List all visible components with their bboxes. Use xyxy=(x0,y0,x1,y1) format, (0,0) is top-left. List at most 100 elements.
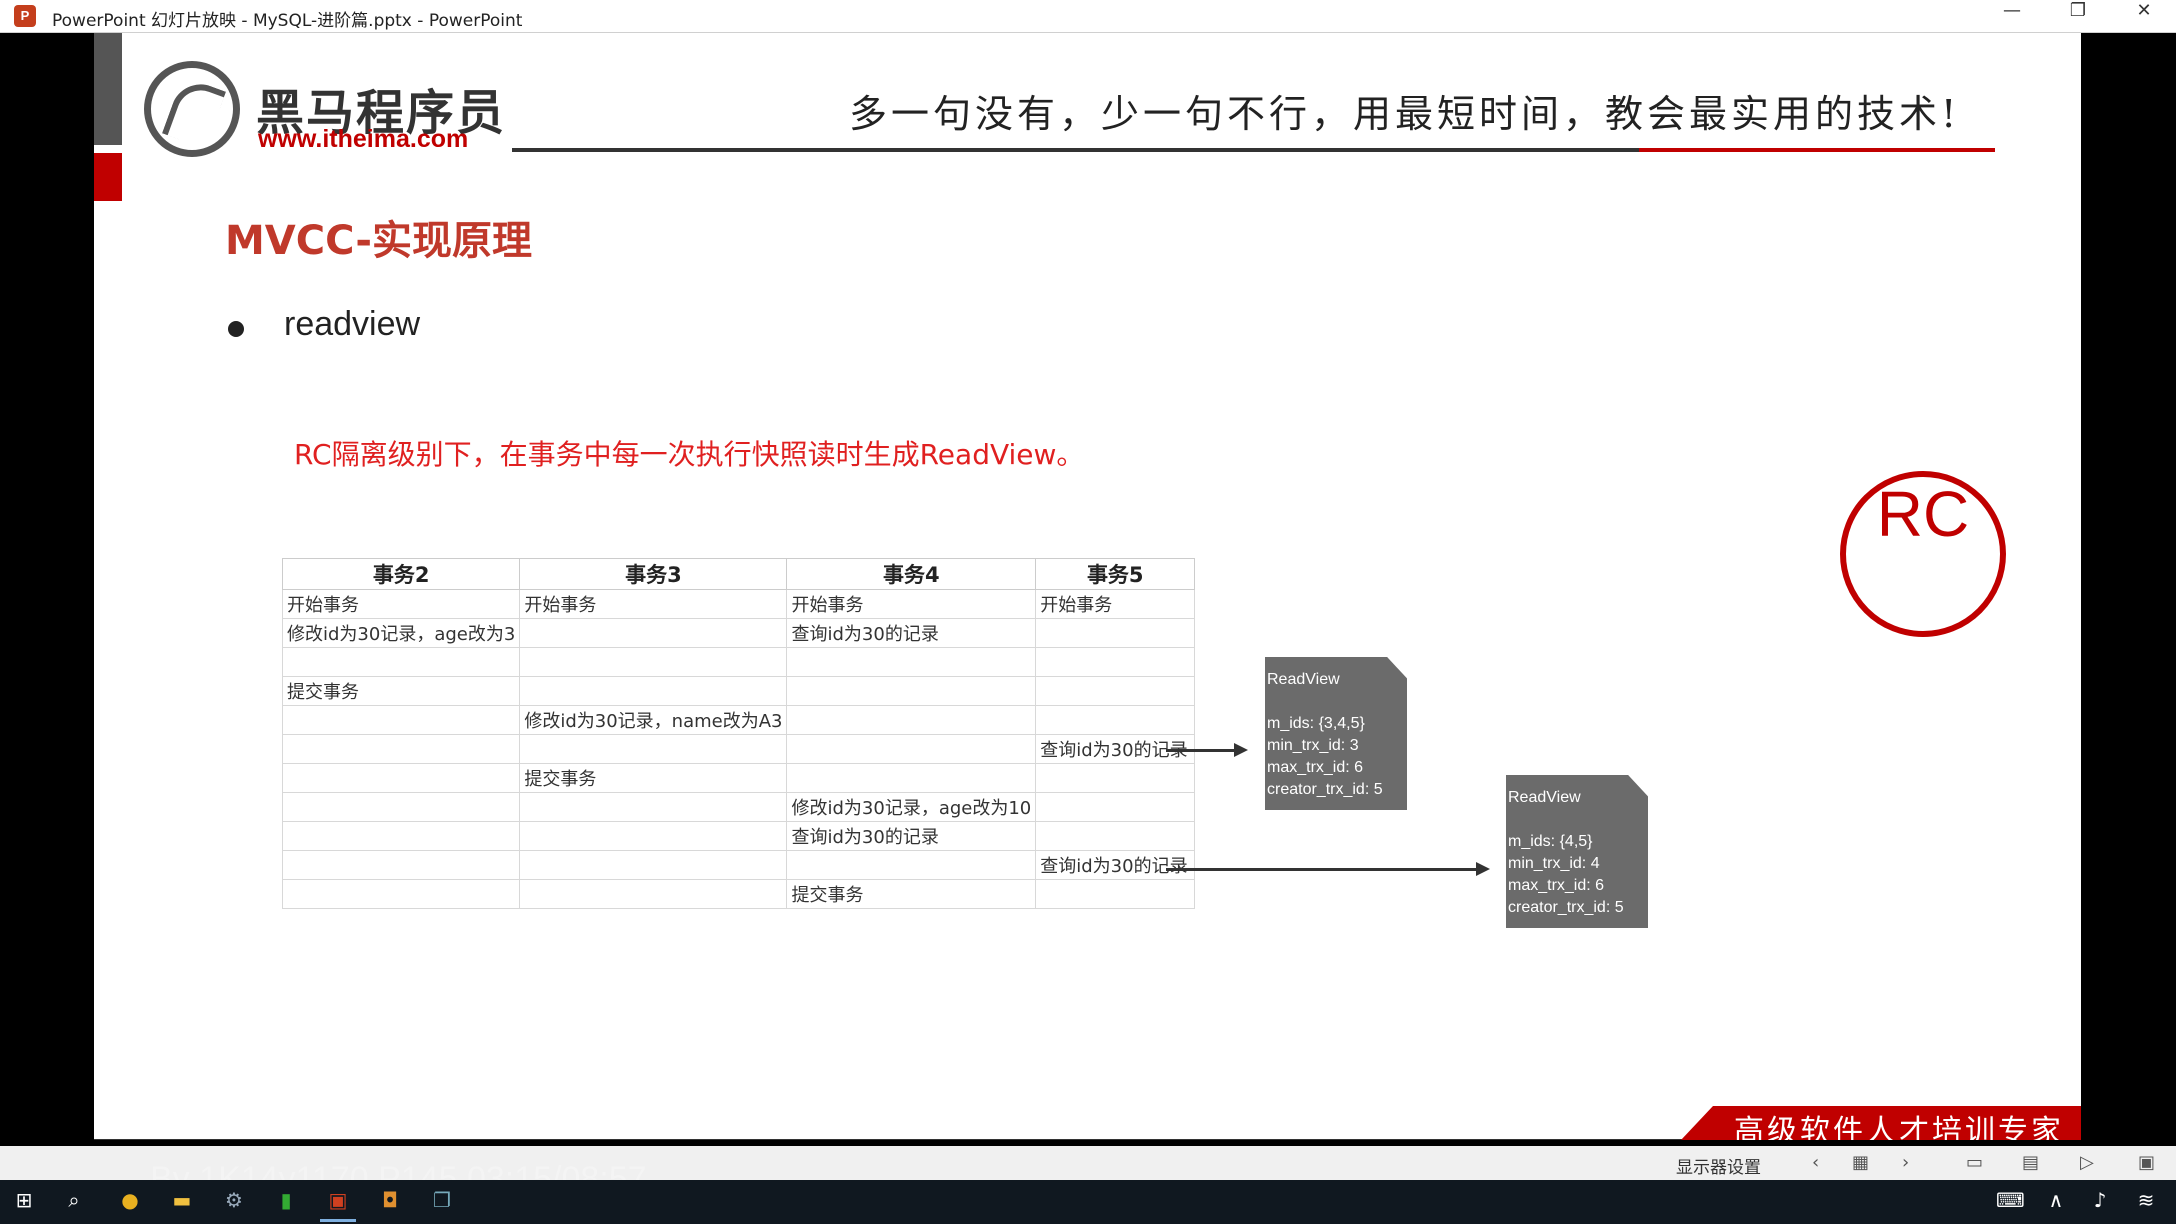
table-header-row: 事务2 事务3 事务4 事务5 xyxy=(281,558,1196,590)
table-cell: 提交事务 xyxy=(281,676,521,706)
table-cell xyxy=(786,705,1037,735)
footer-banner-text: 高级软件人才培训专家 xyxy=(1734,1114,2064,1140)
windows-start-icon[interactable]: ⊞ xyxy=(10,1188,38,1216)
readview-min-trx: min_trx_id: 3 xyxy=(1267,737,1359,754)
remote-desktop-icon[interactable]: ❐ xyxy=(428,1188,456,1216)
readview-title: ReadView xyxy=(1508,789,1581,806)
table-cell xyxy=(519,618,788,648)
table-cell: 开始事务 xyxy=(786,589,1037,619)
table-cell xyxy=(281,734,521,764)
header-accent-red xyxy=(94,153,122,201)
table-cell xyxy=(1035,705,1196,735)
table-cell xyxy=(519,792,788,822)
bullet-text: readview xyxy=(284,305,421,343)
normal-view-icon[interactable]: ▭ xyxy=(1966,1152,1983,1173)
window-titlebar: P PowerPoint 幻灯片放映 - MySQL-进阶篇.pptx - Po… xyxy=(0,0,2176,33)
column-header: 事务4 xyxy=(786,558,1037,590)
slide-grid-icon[interactable]: ▦ xyxy=(1852,1152,1869,1173)
slideshow-icon[interactable]: ▣ xyxy=(2138,1152,2155,1173)
table-cell xyxy=(519,879,788,909)
readview-card-1: ReadView m_ids: {3,4,5} min_trx_id: 3 ma… xyxy=(1265,657,1407,810)
header-slogan: 多一句没有，少一句不行，用最短时间，教会最实用的技术! xyxy=(849,92,1961,136)
readview-creator: creator_trx_id: 5 xyxy=(1508,899,1624,916)
chrome-icon[interactable]: ● xyxy=(116,1188,144,1216)
table-cell: 修改id为30记录，age改为10 xyxy=(786,792,1037,822)
table-cell: 查询id为30的记录 xyxy=(786,618,1037,648)
table-cell: 查询id为30的记录 xyxy=(786,821,1037,851)
table-cell xyxy=(786,676,1037,706)
app-icon-orange[interactable]: ◘ xyxy=(376,1188,404,1216)
network-app-icon[interactable]: ⚙ xyxy=(220,1188,248,1216)
table-cell: 修改id为30记录，age改为3 xyxy=(281,618,521,648)
table-cell xyxy=(519,850,788,880)
table-cell xyxy=(281,647,521,677)
notepad-icon[interactable]: ▮ xyxy=(272,1188,300,1216)
table-cell xyxy=(786,734,1037,764)
wifi-icon[interactable]: ≋ xyxy=(2132,1188,2160,1216)
table-row: 查询id为30的记录 xyxy=(281,734,1196,764)
table-cell xyxy=(519,676,788,706)
display-settings-button[interactable]: 显示器设置 xyxy=(1676,1153,1761,1178)
previous-slide-icon[interactable]: ‹ xyxy=(1812,1152,1819,1173)
table-cell xyxy=(281,879,521,909)
table-cell: 开始事务 xyxy=(281,589,521,619)
reading-view-icon[interactable]: ▷ xyxy=(2080,1152,2094,1173)
next-slide-icon[interactable]: › xyxy=(1902,1152,1909,1173)
rc-note: RC隔离级别下，在事务中每一次执行快照读时生成ReadView。 xyxy=(294,438,1085,471)
minimize-button[interactable]: — xyxy=(1982,0,2042,32)
table-cell xyxy=(1035,676,1196,706)
logo-url: www.itheima.com xyxy=(258,125,469,153)
table-row: 查询id为30的记录 xyxy=(281,821,1196,851)
table-cell xyxy=(281,705,521,735)
table-row: 修改id为30记录，name改为A3 xyxy=(281,705,1196,735)
table-body: 开始事务 开始事务 开始事务 开始事务 修改id为30记录，age改为3 查询id为30的… xyxy=(281,589,1196,909)
table-row: 修改id为30记录，age改为10 xyxy=(281,792,1196,822)
column-header: 事务5 xyxy=(1035,558,1196,590)
readview-min-trx: min_trx_id: 4 xyxy=(1508,855,1600,872)
table-cell xyxy=(281,763,521,793)
column-header: 事务2 xyxy=(281,558,521,590)
rc-badge: RC xyxy=(1840,471,2006,637)
slide-canvas[interactable]: 黑马程序员 www.itheima.com 多一句没有，少一句不行，用最短时间，… xyxy=(94,33,2081,1140)
close-button[interactable]: ✕ xyxy=(2114,0,2174,32)
table-row xyxy=(281,647,1196,677)
table-cell xyxy=(786,647,1037,677)
table-cell xyxy=(1035,792,1196,822)
arrow-to-readview-1 xyxy=(1166,743,1248,757)
readview-title: ReadView xyxy=(1267,671,1340,688)
table-cell xyxy=(1035,763,1196,793)
table-row: 查询id为30的记录 xyxy=(281,850,1196,880)
table-cell xyxy=(1035,647,1196,677)
file-explorer-icon[interactable]: ▬ xyxy=(168,1188,196,1216)
header-accent-gray xyxy=(94,33,122,145)
readview-m-ids: m_ids: {4,5} xyxy=(1508,833,1593,850)
search-icon[interactable]: ⌕ xyxy=(60,1188,88,1216)
table-row: 修改id为30记录，age改为3 查询id为30的记录 xyxy=(281,618,1196,648)
bullet-icon xyxy=(228,321,244,337)
tray-expand-icon[interactable]: ∧ xyxy=(2042,1188,2070,1216)
volume-icon[interactable]: ♪ xyxy=(2086,1188,2114,1216)
table-cell xyxy=(281,850,521,880)
table-cell xyxy=(519,734,788,764)
powerpoint-taskbar-icon[interactable]: ▣ xyxy=(324,1188,352,1216)
table-row: 提交事务 xyxy=(281,763,1196,793)
header-divider-red xyxy=(1639,148,1995,152)
table-cell xyxy=(1035,821,1196,851)
table-row: 提交事务 xyxy=(281,676,1196,706)
window-title: PowerPoint 幻灯片放映 - MySQL-进阶篇.pptx - Powe… xyxy=(52,11,523,31)
arrow-to-readview-2 xyxy=(1166,862,1490,876)
table-cell: 查询id为30的记录 xyxy=(1035,850,1196,880)
keyboard-icon[interactable]: ⌨ xyxy=(1996,1188,2025,1216)
table-cell xyxy=(1035,618,1196,648)
slide-sorter-icon[interactable]: ▤ xyxy=(2022,1152,2039,1173)
readview-max-trx: max_trx_id: 6 xyxy=(1267,759,1364,776)
table-cell xyxy=(281,792,521,822)
readview-max-trx: max_trx_id: 6 xyxy=(1508,877,1605,894)
table-cell xyxy=(519,647,788,677)
readview-card-2: ReadView m_ids: {4,5} min_trx_id: 4 max_… xyxy=(1506,775,1648,928)
restore-button[interactable]: ❐ xyxy=(2048,0,2108,32)
powerpoint-app-icon: P xyxy=(14,5,36,27)
table-cell xyxy=(786,763,1037,793)
table-cell: 开始事务 xyxy=(1035,589,1196,619)
table-row: 提交事务 xyxy=(281,879,1196,909)
